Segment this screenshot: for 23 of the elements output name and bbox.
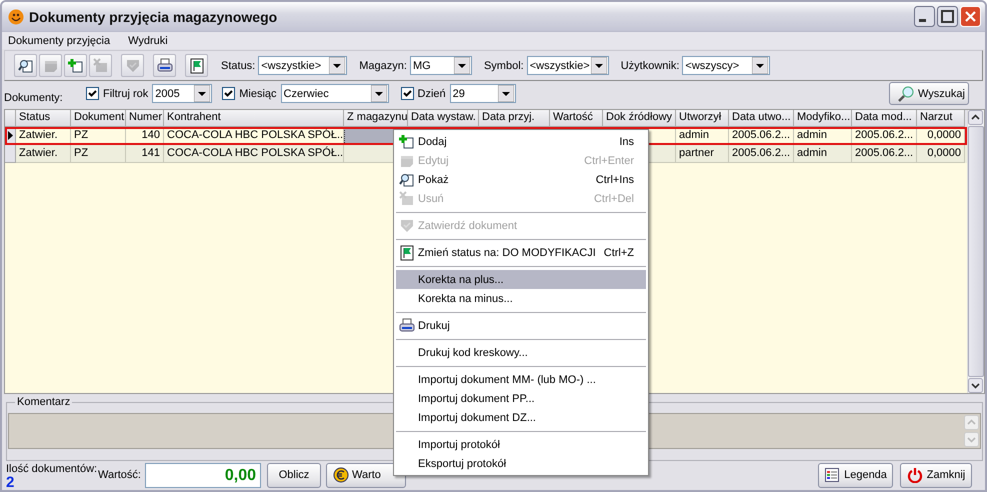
document-count: 2 bbox=[6, 474, 16, 490]
value-field: 0,00 bbox=[145, 462, 261, 488]
table-cell: 0,0000 bbox=[917, 144, 965, 163]
group-label: Komentarz bbox=[15, 396, 72, 408]
table-cell: 2005.06.2... bbox=[852, 144, 917, 163]
table-cell: COCA-COLA HBC POLSKA SPÓŁ... bbox=[164, 144, 344, 163]
table-cell: 141 bbox=[126, 144, 164, 163]
table-cell: Zatwier. bbox=[16, 144, 71, 163]
checkbox-label: Miesiąc bbox=[239, 88, 277, 100]
checkbox-label: Dzień bbox=[418, 88, 446, 100]
count-label: Ilość dokumentów: bbox=[6, 462, 94, 475]
table-cell: admin bbox=[794, 144, 852, 163]
filter-label: Status: bbox=[221, 60, 256, 72]
filter-label: Użytkownik: bbox=[620, 60, 680, 72]
window-title: Dokumenty przyjęcia magazynowego bbox=[29, 8, 278, 25]
table-cell: PZ bbox=[71, 144, 126, 163]
filter-label: Magazyn: bbox=[359, 60, 407, 72]
value-label: Wartość: bbox=[98, 469, 141, 482]
filter-label: Symbol: bbox=[484, 60, 524, 72]
filter-label: Dokumenty: bbox=[4, 92, 64, 104]
table-cell: partner bbox=[676, 144, 729, 163]
checkbox-label: Filtruj rok bbox=[103, 88, 148, 100]
table-cell: 2005.06.2... bbox=[729, 144, 794, 163]
